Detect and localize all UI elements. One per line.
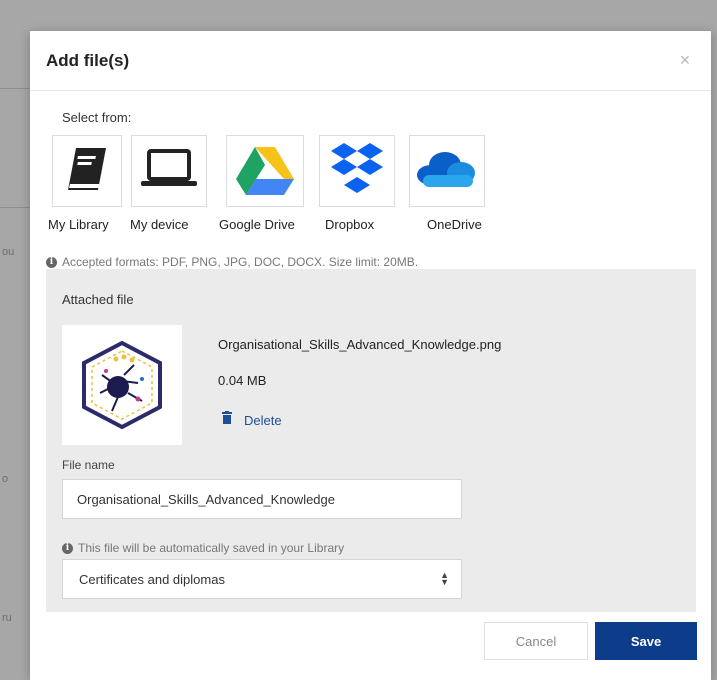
delete-file-button[interactable]: Delete bbox=[222, 411, 282, 429]
attached-file-panel: Attached file Organisational_Skills_Adva… bbox=[46, 269, 696, 612]
accepted-formats-note: i Accepted formats: PDF, PNG, JPG, DOC, … bbox=[46, 255, 418, 269]
library-book-icon bbox=[62, 144, 112, 199]
file-thumbnail bbox=[62, 325, 182, 445]
source-tile[interactable] bbox=[319, 135, 395, 207]
background-fragment bbox=[0, 88, 30, 89]
close-icon[interactable]: × bbox=[675, 50, 695, 71]
source-tile[interactable] bbox=[52, 135, 122, 207]
cancel-button[interactable]: Cancel bbox=[484, 622, 588, 660]
onedrive-icon bbox=[415, 149, 479, 194]
category-select-value: Certificates and diplomas bbox=[79, 571, 225, 587]
source-tile[interactable] bbox=[131, 135, 207, 207]
delete-label: Delete bbox=[244, 412, 282, 428]
source-label: Dropbox bbox=[325, 217, 375, 232]
category-select[interactable]: Certificates and diplomas ▲ ▼ bbox=[62, 559, 462, 599]
source-label: My device bbox=[130, 217, 189, 232]
source-tile[interactable] bbox=[226, 135, 304, 207]
add-files-modal: Add file(s) × Select from: My Library My… bbox=[30, 31, 711, 680]
laptop-icon bbox=[139, 147, 199, 196]
save-button[interactable]: Save bbox=[595, 622, 697, 660]
background-text: o bbox=[2, 473, 9, 485]
source-label: Google Drive bbox=[219, 217, 295, 232]
background-text: ru bbox=[2, 612, 12, 624]
select-from-label: Select from: bbox=[62, 110, 132, 125]
attached-file-heading: Attached file bbox=[62, 292, 134, 307]
background-fragment bbox=[0, 207, 30, 208]
modal-title: Add file(s) bbox=[46, 50, 130, 70]
source-label: OneDrive bbox=[427, 217, 482, 232]
background-text: ou bbox=[2, 246, 15, 258]
source-tile[interactable] bbox=[409, 135, 485, 207]
dropbox-icon bbox=[331, 141, 383, 202]
select-arrows-icon: ▲ ▼ bbox=[440, 570, 449, 587]
certificate-badge-image bbox=[82, 340, 162, 430]
info-icon: i bbox=[62, 542, 73, 554]
attached-file-size: 0.04 MB bbox=[218, 373, 267, 388]
source-label: My Library bbox=[48, 217, 109, 232]
file-name-input[interactable] bbox=[62, 479, 462, 519]
accepted-formats-text: Accepted formats: PDF, PNG, JPG, DOC, DO… bbox=[62, 255, 419, 269]
info-icon: i bbox=[46, 256, 57, 268]
attached-file-title: Organisational_Skills_Advanced_Knowledge… bbox=[218, 337, 502, 352]
library-save-note: i This file will be automatically saved … bbox=[62, 541, 344, 555]
trash-icon bbox=[222, 411, 232, 429]
file-name-label: File name bbox=[62, 458, 115, 472]
library-save-note-text: This file will be automatically saved in… bbox=[78, 541, 345, 555]
modal-header: Add file(s) × bbox=[30, 31, 711, 91]
google-drive-icon bbox=[236, 143, 294, 200]
